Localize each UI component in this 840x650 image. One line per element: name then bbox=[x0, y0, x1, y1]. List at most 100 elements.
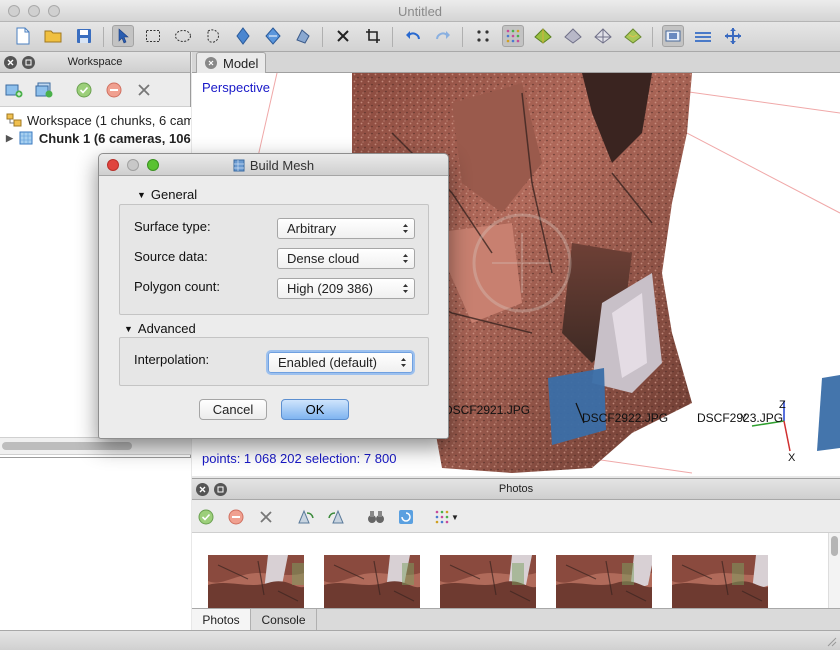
interpolation-select[interactable]: Enabled (default) bbox=[268, 352, 413, 373]
select-arrows-icon bbox=[403, 284, 408, 293]
save-icon[interactable] bbox=[73, 25, 95, 47]
photo-thumbnail[interactable] bbox=[324, 555, 420, 609]
cancel-button[interactable]: Cancel bbox=[199, 399, 267, 420]
disable-icon[interactable] bbox=[103, 79, 125, 101]
workspace-toolbar bbox=[0, 73, 190, 107]
status-bar bbox=[0, 630, 840, 650]
free-select-icon[interactable] bbox=[202, 25, 224, 47]
workspace-title: Workspace bbox=[67, 56, 123, 68]
rotate-right-icon[interactable] bbox=[325, 506, 347, 528]
photo-thumbnail[interactable] bbox=[440, 555, 536, 609]
advanced-group-toggle[interactable]: ▼ Advanced bbox=[124, 321, 196, 336]
axis-y-label: Y bbox=[740, 412, 748, 424]
advanced-group-label: Advanced bbox=[137, 321, 196, 336]
mesh-icon bbox=[233, 159, 245, 175]
refresh-icon[interactable] bbox=[395, 506, 417, 528]
point-stats: points: 1 068 202 selection: 7 800 bbox=[202, 451, 397, 466]
photos-vertical-scrollbar[interactable] bbox=[828, 533, 840, 609]
polygon-count-label: Polygon count: bbox=[134, 279, 221, 294]
select-arrows-icon bbox=[403, 224, 408, 233]
properties-pane bbox=[0, 457, 191, 630]
tab-model[interactable]: Model bbox=[196, 52, 266, 73]
camera-label: DSCF2922.JPG bbox=[582, 411, 669, 425]
photos-toolbar: ▼ bbox=[192, 500, 840, 533]
title-bar: Untitled bbox=[0, 0, 840, 22]
polygon-count-value: High (209 386) bbox=[287, 281, 373, 296]
scrollbar-thumb[interactable] bbox=[2, 442, 132, 450]
collapse-arrow-icon: ▼ bbox=[137, 189, 146, 200]
workspace-horizontal-scrollbar[interactable] bbox=[0, 437, 191, 455]
remove-icon[interactable] bbox=[255, 506, 277, 528]
open-folder-icon[interactable] bbox=[42, 25, 64, 47]
build-mesh-dialog: Build Mesh ▼ General Surface type: Arbit… bbox=[98, 153, 449, 439]
textured-model-icon[interactable] bbox=[622, 25, 644, 47]
tab-model-label: Model bbox=[223, 55, 259, 71]
dialog-title: Build Mesh bbox=[99, 158, 448, 175]
crop-icon[interactable] bbox=[362, 25, 384, 47]
polygon-count-select[interactable]: High (209 386) bbox=[277, 278, 415, 299]
shaded-model-icon[interactable] bbox=[532, 25, 554, 47]
ok-button[interactable]: OK bbox=[281, 399, 349, 420]
photos-panel-header: Photos bbox=[192, 479, 840, 500]
rotate-left-icon[interactable] bbox=[295, 506, 317, 528]
tree-item-workspace[interactable]: Workspace (1 chunks, 6 cameras) bbox=[6, 111, 191, 129]
wireframe-model-icon[interactable] bbox=[592, 25, 614, 47]
surface-type-value: Arbitrary bbox=[287, 221, 337, 236]
tree-item-chunk[interactable]: ▶ Chunk 1 (6 cameras, 1068202 points) bbox=[6, 129, 191, 147]
rectangle-select-icon[interactable] bbox=[142, 25, 164, 47]
expand-arrow-icon[interactable]: ▶ bbox=[6, 133, 13, 144]
toolbar-separator bbox=[103, 27, 104, 47]
scrollbar-thumb[interactable] bbox=[831, 536, 838, 556]
tab-photos[interactable]: Photos bbox=[192, 609, 251, 631]
toolbar-separator bbox=[322, 27, 323, 47]
rotate-icon[interactable] bbox=[262, 25, 284, 47]
surface-type-select[interactable]: Arbitrary bbox=[277, 218, 415, 239]
toolbar-separator bbox=[462, 27, 463, 47]
interpolation-value: Enabled (default) bbox=[278, 355, 378, 370]
view-mode-dropdown[interactable]: ▼ bbox=[432, 506, 462, 528]
photo-thumbnail[interactable] bbox=[556, 555, 652, 609]
main-toolbar bbox=[0, 22, 840, 52]
chevron-down-icon: ▼ bbox=[451, 512, 459, 522]
photo-thumbnail[interactable] bbox=[208, 555, 304, 609]
source-data-value: Dense cloud bbox=[287, 251, 360, 266]
undo-icon[interactable] bbox=[402, 25, 424, 47]
workspace-root-label: Workspace (1 chunks, 6 cameras) bbox=[27, 112, 191, 128]
delete-icon[interactable] bbox=[332, 25, 354, 47]
reset-view-icon[interactable] bbox=[722, 25, 744, 47]
show-region-icon[interactable] bbox=[692, 25, 714, 47]
toolbar-separator bbox=[652, 27, 653, 47]
add-photos-icon[interactable] bbox=[33, 79, 55, 101]
toolbar-separator bbox=[392, 27, 393, 47]
show-cameras-icon[interactable] bbox=[662, 25, 684, 47]
point-cloud-icon[interactable] bbox=[472, 25, 494, 47]
solid-model-icon[interactable] bbox=[562, 25, 584, 47]
tab-console[interactable]: Console bbox=[251, 609, 317, 631]
photo-thumbnail[interactable] bbox=[672, 555, 768, 609]
source-data-select[interactable]: Dense cloud bbox=[277, 248, 415, 269]
binoculars-icon[interactable] bbox=[365, 506, 387, 528]
select-arrows-icon bbox=[403, 254, 408, 263]
new-document-icon[interactable] bbox=[12, 25, 34, 47]
remove-icon[interactable] bbox=[133, 79, 155, 101]
redo-icon[interactable] bbox=[432, 25, 454, 47]
axis-z-label: Z bbox=[779, 399, 786, 411]
add-chunk-icon[interactable] bbox=[3, 79, 25, 101]
circle-select-icon[interactable] bbox=[172, 25, 194, 47]
enable-icon[interactable] bbox=[73, 79, 95, 101]
disable-icon[interactable] bbox=[225, 506, 247, 528]
close-tab-icon[interactable] bbox=[205, 57, 217, 69]
surface-type-label: Surface type: bbox=[134, 219, 211, 234]
enable-icon[interactable] bbox=[195, 506, 217, 528]
navigation-icon[interactable] bbox=[232, 25, 254, 47]
window-title: Untitled bbox=[397, 4, 443, 19]
resize-icon[interactable] bbox=[292, 25, 314, 47]
resize-grip-icon[interactable] bbox=[825, 635, 837, 647]
pointer-icon[interactable] bbox=[112, 25, 134, 47]
workspace-tree-icon bbox=[6, 113, 22, 127]
dialog-title-bar: Build Mesh bbox=[99, 154, 448, 176]
camera-label: DSCF2921.JPG bbox=[444, 403, 531, 417]
dense-cloud-icon[interactable] bbox=[502, 25, 524, 47]
general-group-toggle[interactable]: ▼ General bbox=[137, 187, 197, 202]
general-group-label: General bbox=[150, 187, 198, 202]
